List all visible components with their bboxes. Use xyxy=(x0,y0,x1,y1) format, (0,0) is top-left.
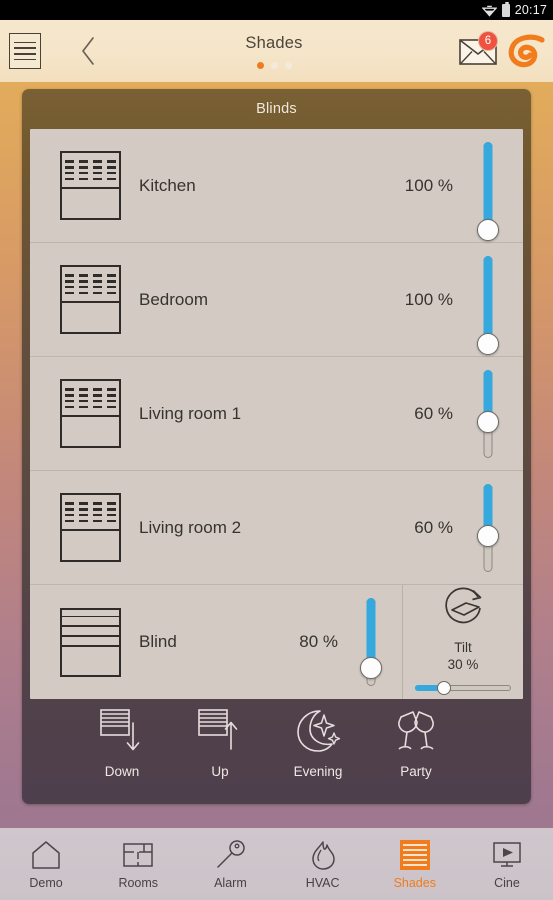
page-dot-3[interactable] xyxy=(284,61,292,69)
home-icon xyxy=(30,838,62,872)
key-icon xyxy=(214,838,246,872)
scene-label: Down xyxy=(104,763,140,779)
menu-icon[interactable] xyxy=(9,33,41,69)
blind-slats-icon xyxy=(60,265,121,334)
slider-fill xyxy=(483,141,493,230)
row-value: 100 % xyxy=(404,289,453,309)
nav-label: Alarm xyxy=(214,876,247,890)
row-value: 80 % xyxy=(299,632,338,651)
row-main[interactable]: Kitchen 100 % xyxy=(30,129,523,242)
wifi-icon xyxy=(481,4,498,17)
nav-label: HVAC xyxy=(305,876,340,890)
row-main[interactable]: Blind 80 % xyxy=(30,585,403,699)
nav-label: Demo xyxy=(29,876,63,890)
app-root: 20:17 Shades 6 Blinds Kitchen 100 % Bedr… xyxy=(0,0,553,900)
scene-up[interactable]: Up xyxy=(190,704,250,779)
shade-slider[interactable] xyxy=(475,141,501,241)
brand-logo-icon[interactable] xyxy=(503,28,549,74)
nav-item-alarm[interactable]: Alarm xyxy=(184,828,276,900)
shade-slider[interactable] xyxy=(475,483,501,572)
table-row[interactable]: Living room 1 60 % xyxy=(30,357,523,471)
tilt-value: 30 % xyxy=(447,657,479,672)
table-row[interactable]: Bedroom 100 % xyxy=(30,243,523,357)
table-row[interactable]: Blind 80 % Tilt 30 % xyxy=(30,585,523,699)
nav-item-demo[interactable]: Demo xyxy=(0,828,92,900)
nav-label: Rooms xyxy=(118,876,159,890)
row-value: 60 % xyxy=(414,517,453,537)
table-row[interactable]: Kitchen 100 % xyxy=(30,129,523,243)
slider-knob[interactable] xyxy=(477,524,499,547)
shades-icon xyxy=(399,838,430,872)
row-label: Living room 2 xyxy=(139,517,242,537)
tilt-label: Tilt xyxy=(454,640,472,655)
floorplan-icon xyxy=(122,838,154,872)
blind-slats-icon xyxy=(60,151,121,220)
blind-slats-icon xyxy=(60,493,121,562)
scene-label: Party xyxy=(400,763,432,779)
nav-item-rooms[interactable]: Rooms xyxy=(92,828,184,900)
mail-icon[interactable]: 6 xyxy=(455,29,501,73)
nav-item-shades[interactable]: Shades xyxy=(369,828,461,900)
row-label: Living room 1 xyxy=(139,403,242,423)
slider-knob[interactable] xyxy=(477,332,499,355)
row-main[interactable]: Living room 1 60 % xyxy=(30,357,523,470)
slider-knob[interactable] xyxy=(360,657,382,679)
scene-label: Evening xyxy=(293,763,343,779)
champagne-glasses-icon xyxy=(392,704,440,758)
tilt-rotate-icon xyxy=(439,587,487,636)
row-value: 60 % xyxy=(414,403,453,423)
page-dot-1[interactable] xyxy=(256,61,264,69)
blind-slats-icon xyxy=(60,379,121,448)
blind-lines-icon xyxy=(60,607,121,677)
blinds-list: Kitchen 100 % Bedroom 100 % Living room … xyxy=(30,129,523,699)
row-label: Bedroom xyxy=(139,289,208,309)
row-main[interactable]: Living room 2 60 % xyxy=(30,471,523,584)
page-indicator xyxy=(256,61,292,69)
scene-evening[interactable]: Evening xyxy=(288,704,348,779)
bottom-navigation: Demo Rooms Alarm HVAC Shades Cine xyxy=(0,828,553,900)
blind-up-icon xyxy=(195,704,245,758)
android-status-bar: 20:17 xyxy=(0,0,553,20)
moon-stars-icon xyxy=(294,704,342,758)
status-time: 20:17 xyxy=(514,3,547,17)
page-title-block: Shades xyxy=(93,34,455,69)
slider-knob[interactable] xyxy=(477,218,499,241)
nav-item-hvac[interactable]: HVAC xyxy=(277,828,369,900)
app-header: Shades 6 xyxy=(0,20,553,82)
nav-item-cine[interactable]: Cine xyxy=(461,828,553,900)
row-value: 100 % xyxy=(404,175,453,195)
mail-badge: 6 xyxy=(478,31,498,51)
shade-slider[interactable] xyxy=(475,369,501,458)
shade-slider[interactable] xyxy=(358,598,384,686)
nav-label: Cine xyxy=(494,876,520,890)
scene-party[interactable]: Party xyxy=(386,704,446,779)
row-label: Blind xyxy=(139,632,177,651)
screen-play-icon xyxy=(491,838,523,872)
scene-buttons: Down Up Evening Party xyxy=(30,686,523,796)
flame-icon xyxy=(308,838,338,872)
scene-down[interactable]: Down xyxy=(92,704,152,779)
nav-label: Shades xyxy=(393,876,436,890)
row-main[interactable]: Bedroom 100 % xyxy=(30,243,523,356)
tilt-panel[interactable]: Tilt 30 % xyxy=(403,585,523,699)
slider-knob[interactable] xyxy=(477,410,499,433)
table-row[interactable]: Living room 2 60 % xyxy=(30,471,523,585)
scene-label: Up xyxy=(211,763,229,779)
shade-slider[interactable] xyxy=(475,255,501,355)
row-label: Kitchen xyxy=(139,175,196,195)
page-title: Shades xyxy=(245,33,303,52)
page-dot-2[interactable] xyxy=(270,61,278,69)
battery-icon xyxy=(501,1,510,17)
blinds-card: Blinds Kitchen 100 % Bedroom 100 % Livin… xyxy=(22,89,531,804)
blind-down-icon xyxy=(97,704,147,758)
card-title: Blinds xyxy=(256,101,297,117)
slider-fill xyxy=(483,255,493,344)
